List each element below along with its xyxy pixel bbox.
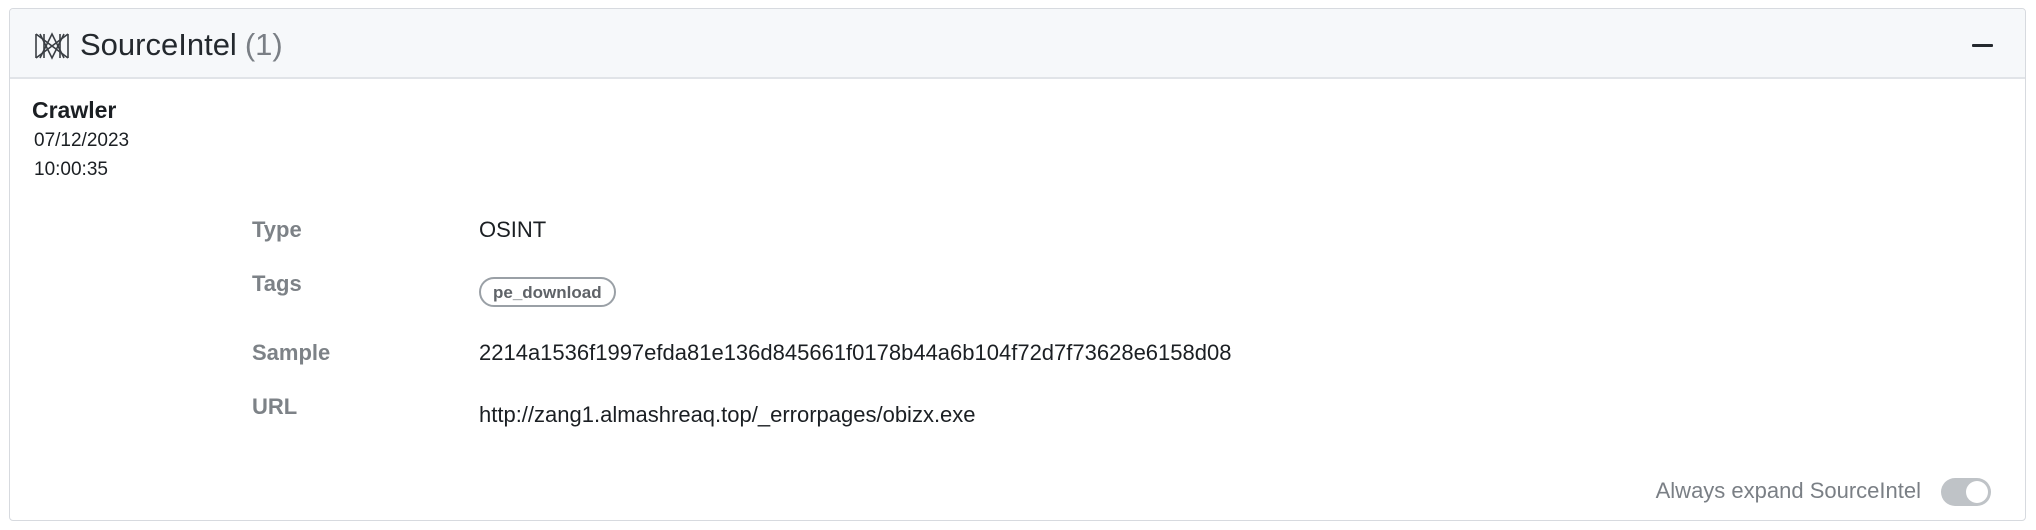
tag-badge[interactable]: pe_download bbox=[479, 277, 616, 307]
always-expand-label: Always expand SourceIntel bbox=[1655, 478, 1921, 503]
sourceintel-logo-icon bbox=[35, 32, 69, 60]
always-expand-toggle[interactable] bbox=[1941, 478, 1991, 506]
source-name: Crawler bbox=[32, 97, 117, 123]
collapse-button[interactable] bbox=[1964, 31, 1998, 59]
panel-title: SourceIntel (1) bbox=[80, 27, 283, 63]
toggle-knob bbox=[1966, 481, 1988, 503]
type-label: Type bbox=[252, 217, 302, 242]
sample-value: 2214a1536f1997efda81e136d845661f0178b44a… bbox=[479, 340, 1232, 365]
source-date: 07/12/2023 bbox=[34, 130, 130, 151]
url-label: URL bbox=[252, 394, 298, 419]
sourceintel-panel: SourceIntel (1) Crawler 07/12/2023 10:00:… bbox=[9, 8, 2026, 521]
url-value[interactable]: http://zang1.almashreaq.top/_errorpages/… bbox=[479, 402, 976, 428]
panel-title-text: SourceIntel bbox=[80, 27, 237, 62]
source-time: 10:00:35 bbox=[34, 159, 108, 180]
sample-label: Sample bbox=[252, 340, 331, 365]
tags-label: Tags bbox=[252, 271, 302, 296]
panel-header[interactable]: SourceIntel (1) bbox=[10, 9, 2025, 79]
minus-icon bbox=[1972, 44, 1993, 47]
type-value: OSINT bbox=[479, 217, 547, 242]
result-count: (1) bbox=[244, 27, 283, 62]
